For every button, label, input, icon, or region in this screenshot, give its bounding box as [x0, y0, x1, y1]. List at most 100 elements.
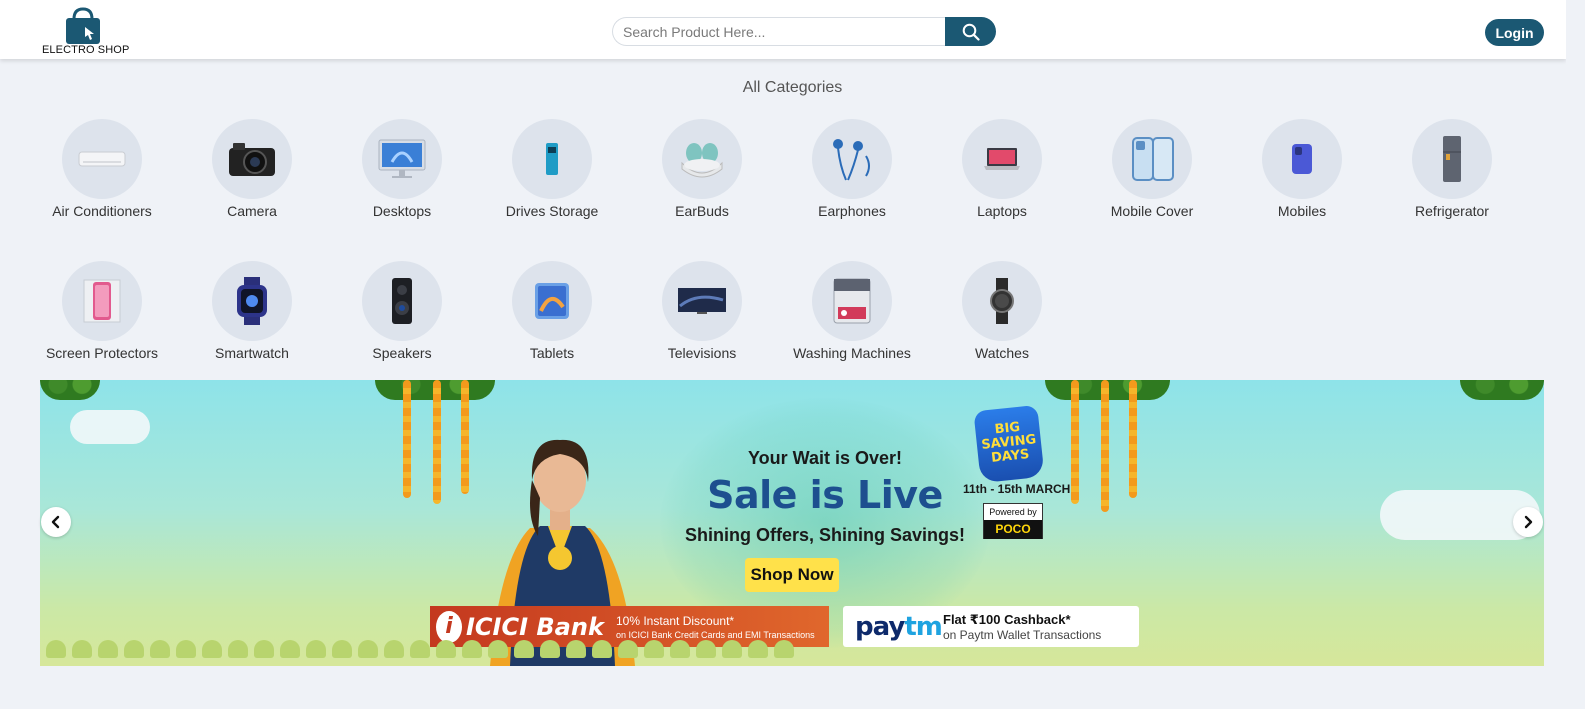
category-label: Screen Protectors — [45, 345, 159, 361]
category-image — [662, 119, 742, 199]
category-image — [1262, 119, 1342, 199]
leaf-decoration — [1460, 380, 1544, 400]
category-watches[interactable]: Watches — [932, 261, 1072, 361]
elephant-decoration — [774, 640, 794, 658]
logo-text: ELECTRO SHOP — [42, 44, 130, 56]
elephant-decoration — [566, 640, 586, 658]
category-image — [812, 261, 892, 341]
category-image — [662, 261, 742, 341]
speaker-icon — [392, 278, 412, 324]
laptop-icon — [984, 148, 1020, 170]
category-washing-machines[interactable]: Washing Machines — [782, 261, 922, 361]
category-image — [62, 261, 142, 341]
site-logo[interactable]: ELECTRO SHOP — [40, 6, 130, 58]
elephant-decoration — [46, 640, 66, 658]
desktop-icon — [378, 139, 426, 178]
category-speakers[interactable]: Speakers — [332, 261, 472, 361]
mobile-cover-icon — [1132, 137, 1174, 181]
elephant-decoration — [358, 640, 378, 658]
elephant-decoration — [332, 640, 352, 658]
category-label: Washing Machines — [793, 345, 911, 361]
chevron-left-icon — [51, 515, 60, 529]
watch-icon — [990, 278, 1014, 324]
smartwatch-icon — [237, 277, 267, 325]
carousel-prev-button[interactable] — [41, 507, 71, 537]
garland-decoration — [1101, 380, 1109, 512]
categories-title: All Categories — [742, 79, 843, 96]
elephant-decoration — [618, 640, 638, 658]
elephant-decoration — [592, 640, 612, 658]
category-desktops[interactable]: Desktops — [332, 119, 472, 219]
category-label: Mobiles — [1277, 203, 1327, 219]
elephant-decoration — [462, 640, 482, 658]
drive-storage-icon — [546, 143, 558, 175]
elephant-decoration — [202, 640, 222, 658]
bank-offer-line2: on ICICI Bank Credit Cards and EMI Trans… — [616, 629, 815, 640]
search-input[interactable] — [612, 17, 946, 46]
wallet-logo: paytm — [843, 612, 943, 642]
wallet-logo-part: pay — [855, 611, 905, 642]
category-label: Desktops — [372, 203, 432, 219]
elephant-decoration — [410, 640, 430, 658]
elephant-decoration — [228, 640, 248, 658]
bank-logo-icon: i — [436, 610, 462, 643]
elephant-decoration — [254, 640, 274, 658]
login-button[interactable]: Login — [1485, 19, 1544, 46]
search-button[interactable] — [945, 17, 996, 46]
big-saving-days-badge: BIG SAVING DAYS 11th - 15th MARCH Powere… — [963, 404, 1070, 548]
category-air-conditioners[interactable]: Air Conditioners — [32, 119, 172, 219]
leaf-decoration — [40, 380, 100, 400]
category-mobile-cover[interactable]: Mobile Cover — [1082, 119, 1222, 219]
banner-subline: Shining Offers, Shining Savings! — [684, 525, 966, 545]
category-drives-storage[interactable]: Drives Storage — [482, 119, 622, 219]
earbuds-icon — [681, 143, 723, 178]
category-image — [962, 261, 1042, 341]
elephant-decoration — [72, 640, 92, 658]
category-image — [512, 119, 592, 199]
category-earbuds[interactable]: EarBuds — [632, 119, 772, 219]
category-tablets[interactable]: Tablets — [482, 261, 622, 361]
category-earphones[interactable]: Earphones — [782, 119, 922, 219]
category-image — [1112, 119, 1192, 199]
shopping-bag-icon — [66, 7, 100, 44]
category-image — [62, 119, 142, 199]
category-smartwatch[interactable]: Smartwatch — [182, 261, 322, 361]
elephant-border — [40, 640, 1544, 662]
category-televisions[interactable]: Televisions — [632, 261, 772, 361]
category-screen-protectors[interactable]: Screen Protectors — [32, 261, 172, 361]
category-label: Drives Storage — [505, 203, 599, 219]
category-label: Speakers — [372, 345, 432, 361]
category-mobiles[interactable]: Mobiles — [1232, 119, 1372, 219]
page-scrollbar[interactable] — [1566, 0, 1585, 709]
category-label: Air Conditioners — [52, 203, 152, 219]
chevron-right-icon — [1524, 515, 1533, 529]
category-laptops[interactable]: Laptops — [932, 119, 1072, 219]
shop-now-button[interactable]: Shop Now — [745, 558, 839, 592]
event-badge: BIG SAVING DAYS — [973, 404, 1045, 484]
garland-decoration — [1071, 380, 1079, 504]
elephant-decoration — [488, 640, 508, 658]
earphones-icon — [833, 139, 870, 181]
elephant-decoration — [436, 640, 456, 658]
banner-headline: Sale is Live — [707, 473, 943, 517]
wallet-offer-line1: Flat ₹100 Cashback* — [943, 611, 1071, 627]
air-conditioner-icon — [78, 151, 126, 167]
category-label: EarBuds — [675, 203, 729, 219]
category-camera[interactable]: Camera — [182, 119, 322, 219]
category-image — [512, 261, 592, 341]
category-label: Laptops — [977, 203, 1027, 219]
elephant-decoration — [150, 640, 170, 658]
elephant-decoration — [384, 640, 404, 658]
elephant-decoration — [176, 640, 196, 658]
search-icon — [962, 23, 980, 41]
powered-by-label: Powered by — [989, 507, 1037, 517]
television-icon — [678, 288, 726, 314]
carousel-next-button[interactable] — [1513, 507, 1543, 537]
category-image — [962, 119, 1042, 199]
elephant-decoration — [722, 640, 742, 658]
elephant-decoration — [696, 640, 716, 658]
tablet-icon — [535, 283, 569, 319]
promo-banner[interactable]: Your Wait is Over! Sale is Live Shining … — [40, 380, 1544, 666]
wallet-logo-part: tm — [904, 611, 943, 642]
category-refrigerator[interactable]: Refrigerator — [1382, 119, 1522, 219]
